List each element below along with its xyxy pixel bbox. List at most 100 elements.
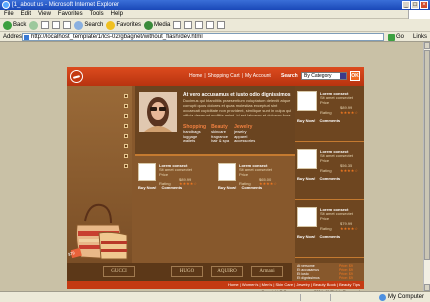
subcat-link[interactable]: wallets bbox=[183, 138, 206, 144]
product-thumbnail[interactable] bbox=[218, 163, 236, 181]
search-icon bbox=[74, 20, 84, 30]
comments-link[interactable]: Comments bbox=[319, 176, 340, 181]
favorites-button[interactable]: Favorites bbox=[106, 20, 141, 30]
bullet-icon[interactable] bbox=[124, 124, 128, 128]
buy-now-link[interactable]: Buy Now! bbox=[138, 185, 156, 190]
bullet-icon[interactable] bbox=[124, 104, 128, 108]
rating-stars: ★★★★☆ bbox=[340, 110, 358, 115]
topnav-my-account[interactable]: My Account bbox=[245, 73, 271, 79]
close-button[interactable]: × bbox=[420, 1, 428, 9]
footer-link[interactable]: Women's bbox=[242, 282, 258, 287]
search-button[interactable]: Search bbox=[74, 20, 104, 30]
bullet-icon[interactable] bbox=[124, 164, 128, 168]
right-column: Lorem consect Sit amet consectet Price $8… bbox=[295, 86, 364, 263]
bullet-icon[interactable] bbox=[124, 114, 128, 118]
history-icon[interactable] bbox=[173, 21, 182, 29]
menu-view[interactable]: View bbox=[38, 10, 51, 18]
bullet-icon[interactable] bbox=[124, 154, 128, 158]
edit-icon[interactable] bbox=[206, 21, 215, 29]
back-label: Back bbox=[13, 22, 27, 28]
vertical-scrollbar[interactable] bbox=[423, 42, 430, 291]
brand-armani[interactable]: Armani bbox=[251, 266, 283, 277]
buy-now-link[interactable]: Buy Now! bbox=[297, 118, 315, 123]
category-select[interactable]: By Category bbox=[301, 72, 347, 80]
feature-block: At vero accusamus et iusto odio dignissi… bbox=[135, 86, 295, 156]
footer-link[interactable]: Jewelry bbox=[296, 282, 310, 287]
media-button[interactable]: Media bbox=[144, 20, 170, 30]
menu-favorites[interactable]: Favorites bbox=[58, 10, 83, 18]
menu-tools[interactable]: Tools bbox=[90, 10, 104, 18]
handbag-image bbox=[71, 203, 128, 260]
footer-link[interactable]: Men's bbox=[262, 282, 273, 287]
product-thumbnail[interactable] bbox=[297, 207, 317, 227]
back-arrow-icon bbox=[3, 20, 12, 30]
site-header: Home | Shopping Cart | My Account Search B… bbox=[67, 67, 364, 86]
menu-file[interactable]: File bbox=[4, 10, 14, 18]
left-column: $79 bbox=[67, 86, 132, 263]
footer-link[interactable]: Beauty Tips bbox=[339, 282, 360, 287]
menu-help[interactable]: Help bbox=[111, 10, 123, 18]
menu-bar: File Edit View Favorites Tools Help bbox=[0, 10, 430, 19]
go-button[interactable]: Go bbox=[388, 32, 404, 42]
brand-gucci[interactable]: GUCCI bbox=[103, 266, 135, 277]
brand-strip: GUCCI HUGO AQUIRO Armani bbox=[67, 263, 292, 281]
comments-link[interactable]: Comments bbox=[319, 118, 340, 123]
bullet-icon[interactable] bbox=[124, 134, 128, 138]
product-thumbnail[interactable] bbox=[297, 91, 317, 111]
comments-link[interactable]: Comments bbox=[161, 185, 182, 190]
back-button[interactable]: Back bbox=[3, 20, 27, 30]
topnav-shopping-cart[interactable]: Shopping Cart bbox=[208, 73, 240, 79]
print-icon[interactable] bbox=[195, 21, 204, 29]
buy-now-link[interactable]: Buy Now! bbox=[297, 176, 315, 181]
product-desc: Sit amet consectet Price bbox=[320, 211, 353, 221]
search-label: Search bbox=[84, 22, 104, 28]
discuss-icon[interactable] bbox=[217, 21, 226, 29]
product-card: Lorem consect Sit amet consectet Price $8… bbox=[295, 86, 364, 142]
topnav-home[interactable]: Home bbox=[189, 73, 202, 79]
scroll-down-icon[interactable] bbox=[424, 284, 430, 291]
desc-line: Price bbox=[320, 215, 330, 221]
go-label: Go bbox=[396, 34, 405, 40]
forward-arrow-icon bbox=[29, 20, 39, 30]
store-site: Home | Shopping Cart | My Account Search B… bbox=[67, 67, 364, 281]
links-list-labels: At versome Et accusamus Et iusto Et dign… bbox=[297, 264, 320, 280]
link-item[interactable]: Et dignissimos bbox=[297, 276, 320, 280]
subcat-beauty: Beauty skincare fragrance hair & spa bbox=[211, 124, 229, 144]
links-button[interactable]: Links bbox=[413, 32, 427, 42]
scroll-thumb[interactable] bbox=[424, 50, 430, 260]
windows-flag-icon bbox=[408, 10, 430, 19]
product-thumbnail[interactable] bbox=[297, 149, 317, 169]
address-input[interactable]: http://localhost_template/1/lcs-02/gbagn… bbox=[22, 33, 384, 41]
menu-edit[interactable]: Edit bbox=[21, 10, 31, 18]
bullet-icon[interactable] bbox=[124, 144, 128, 148]
stop-icon[interactable] bbox=[41, 21, 50, 29]
footer-link[interactable]: Home bbox=[228, 282, 239, 287]
status-bar: My Computer bbox=[0, 291, 430, 302]
buy-now-link[interactable]: Buy Now! bbox=[218, 185, 236, 190]
search-ok-button[interactable]: OK bbox=[350, 71, 360, 81]
mail-icon[interactable] bbox=[184, 21, 193, 29]
maximize-button[interactable]: □ bbox=[411, 1, 419, 9]
desc-line: Price bbox=[239, 171, 249, 177]
brand-hugo[interactable]: HUGO bbox=[171, 266, 203, 277]
product-actions: Buy Now! Comments bbox=[218, 185, 262, 190]
minimize-button[interactable]: _ bbox=[402, 1, 410, 9]
home-icon[interactable] bbox=[63, 21, 72, 29]
buy-now-link[interactable]: Buy Now! bbox=[297, 234, 315, 239]
footer-nav: Home | Women's | Men's | Skin Care | Jew… bbox=[67, 281, 364, 289]
product-desc: Sit amet consectet Price bbox=[320, 95, 353, 105]
product-thumbnail[interactable] bbox=[138, 163, 156, 181]
comments-link[interactable]: Comments bbox=[319, 234, 340, 239]
scroll-up-icon[interactable] bbox=[424, 42, 430, 49]
footer-link[interactable]: Beauty Book bbox=[313, 282, 336, 287]
comments-link[interactable]: Comments bbox=[241, 185, 262, 190]
computer-icon bbox=[378, 294, 386, 301]
footer-link[interactable]: Skin Care bbox=[275, 282, 293, 287]
subcat-link[interactable]: accessories bbox=[234, 138, 255, 144]
site-logo[interactable] bbox=[70, 70, 83, 83]
refresh-icon[interactable] bbox=[52, 21, 61, 29]
forward-button[interactable] bbox=[29, 20, 39, 30]
bullet-icon[interactable] bbox=[124, 94, 128, 98]
brand-aquiro[interactable]: AQUIRO bbox=[211, 266, 243, 277]
subcat-link[interactable]: hair & spa bbox=[211, 138, 229, 144]
